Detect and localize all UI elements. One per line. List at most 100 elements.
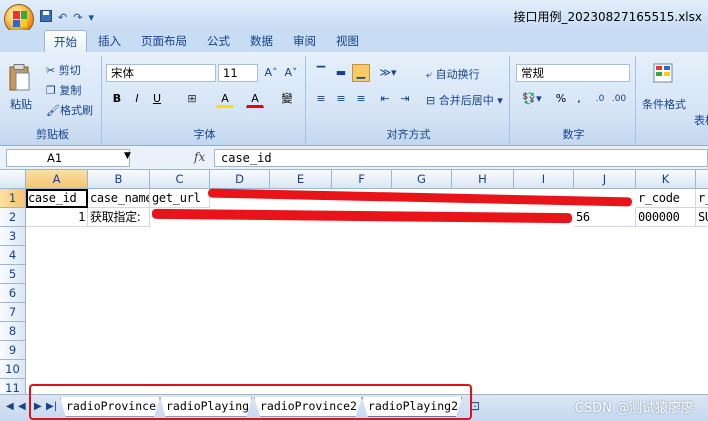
ribbon-tabs: 开始 插入 页面布局 公式 数据 审阅 视图 — [0, 30, 708, 52]
column-header-i[interactable]: I — [514, 170, 574, 189]
percent-button[interactable]: % — [552, 90, 570, 108]
conditional-format-icon — [652, 62, 674, 84]
increase-indent-button[interactable]: ⇥ — [396, 90, 414, 108]
name-box-dropdown-icon[interactable]: ▼ — [124, 151, 131, 161]
bold-button[interactable]: B — [108, 90, 126, 108]
wrap-icon: ⤶ — [426, 68, 433, 81]
save-icon[interactable] — [40, 9, 52, 25]
first-sheet-icon[interactable]: ◀ — [6, 401, 14, 412]
paste-button[interactable]: 粘贴 — [10, 96, 32, 112]
annotation-highlight-box — [29, 384, 472, 420]
underline-button[interactable]: U — [148, 90, 166, 108]
row-header-1[interactable]: 1 — [0, 189, 26, 208]
cell-b1[interactable]: case_name — [88, 189, 150, 208]
grow-font-button[interactable]: A˄ — [262, 64, 280, 82]
row-header-3[interactable]: 3 — [0, 227, 26, 246]
redo-icon[interactable]: ↷ — [73, 11, 82, 24]
copy-label: 复制 — [59, 84, 82, 97]
row-header-5[interactable]: 5 — [0, 265, 26, 284]
row-header-2[interactable]: 2 — [0, 208, 26, 227]
cell-b2[interactable]: 获取指定: — [88, 208, 150, 227]
undo-icon[interactable]: ↶ — [58, 11, 67, 24]
italic-button[interactable]: I — [128, 90, 146, 108]
fill-color-button[interactable]: A — [216, 90, 234, 108]
customize-qat-icon[interactable]: ▾ — [88, 11, 94, 24]
tab-data[interactable]: 数据 — [241, 30, 282, 52]
cut-button[interactable]: ✂ 剪切 — [46, 62, 81, 78]
shrink-font-button[interactable]: A˅ — [282, 64, 300, 82]
name-box[interactable]: A1 — [6, 149, 130, 167]
prev-sheet-icon[interactable]: ◀ — [18, 401, 26, 412]
cell-k2[interactable]: 000000 — [636, 208, 696, 227]
align-center-button[interactable]: ≡ — [332, 90, 350, 108]
column-header-j[interactable]: J — [574, 170, 636, 189]
row-header-8[interactable]: 8 — [0, 322, 26, 341]
formula-input[interactable]: case_id — [214, 149, 708, 167]
column-header-k[interactable]: K — [636, 170, 696, 189]
phonetic-button[interactable]: 變 — [276, 90, 298, 108]
number-group: 常规 💱▾ % , .0 .00 数字 — [512, 56, 636, 144]
column-header-a[interactable]: A — [26, 170, 88, 189]
column-header-e[interactable]: E — [270, 170, 332, 189]
column-header-f[interactable]: F — [332, 170, 392, 189]
increase-decimal-button[interactable]: .0 — [592, 90, 608, 108]
conditional-format-button[interactable]: 条件格式 — [642, 96, 686, 112]
tab-formulas[interactable]: 公式 — [198, 30, 239, 52]
format-as-table-button[interactable]: 表格 — [694, 112, 708, 128]
select-all-corner[interactable] — [0, 170, 26, 189]
comma-button[interactable]: , — [572, 90, 586, 108]
font-color-button[interactable]: A — [246, 90, 264, 108]
column-header-l[interactable]: L — [696, 170, 708, 189]
accounting-format-button[interactable]: 💱▾ — [518, 90, 546, 108]
cell-k1[interactable]: r_code — [636, 189, 696, 208]
align-right-button[interactable]: ≡ — [352, 90, 370, 108]
column-header-g[interactable]: G — [392, 170, 452, 189]
paste-icon[interactable] — [8, 64, 32, 92]
align-middle-button[interactable]: ▬ — [332, 64, 350, 82]
title-bar: ↶ ↷ ▾ 接口用例_20230827165515.xlsx — [0, 0, 708, 34]
row-header-4[interactable]: 4 — [0, 246, 26, 265]
font-size-select[interactable]: 11 — [218, 64, 258, 82]
row-header-6[interactable]: 6 — [0, 284, 26, 303]
tab-review[interactable]: 审阅 — [284, 30, 325, 52]
copy-button[interactable]: ❐ 复制 — [46, 82, 81, 98]
row-header-7[interactable]: 7 — [0, 303, 26, 322]
tab-page-layout[interactable]: 页面布局 — [132, 30, 196, 52]
row-header-9[interactable]: 9 — [0, 341, 26, 360]
cell-c1[interactable]: get_url — [150, 189, 210, 208]
align-bottom-button[interactable]: ▁ — [352, 64, 370, 82]
cell-j2[interactable]: 56 — [574, 208, 636, 227]
row-header-11[interactable]: 11 — [0, 379, 26, 394]
column-header-b[interactable]: B — [88, 170, 150, 189]
insert-function-icon[interactable]: fx — [194, 150, 205, 164]
tab-home[interactable]: 开始 — [44, 30, 87, 52]
font-name-select[interactable]: 宋体 — [106, 64, 216, 82]
border-button[interactable]: ⊞ — [182, 90, 202, 108]
wrap-text-button[interactable]: ⤶ 自动换行 — [426, 66, 480, 82]
align-left-button[interactable]: ≡ — [312, 90, 330, 108]
merge-center-label: 合并后居中 — [438, 94, 494, 107]
redaction-mark-row1 — [207, 188, 633, 207]
column-header-d[interactable]: D — [210, 170, 270, 189]
align-top-button[interactable]: ▔ — [312, 64, 330, 82]
tab-view[interactable]: 视图 — [327, 30, 368, 52]
decrease-decimal-button[interactable]: .00 — [610, 90, 628, 108]
number-format-select[interactable]: 常规 — [516, 64, 630, 82]
cell-l2[interactable]: SU — [696, 208, 708, 227]
format-painter-button[interactable]: 🖌格式刷 — [46, 102, 93, 118]
brush-icon: 🖌 — [46, 104, 60, 117]
column-header-h[interactable]: H — [452, 170, 514, 189]
merge-center-button[interactable]: ⊟ 合并后居中 ▾ — [426, 92, 503, 108]
clipboard-group-label: 剪贴板 — [36, 128, 69, 141]
cell-a2[interactable]: 1 — [26, 208, 88, 227]
orientation-button[interactable]: ≫▾ — [376, 64, 400, 82]
column-header-c[interactable]: C — [150, 170, 210, 189]
scissors-icon: ✂ — [46, 64, 56, 77]
cell-l1[interactable]: r_ — [696, 189, 708, 208]
cell-a1[interactable]: case_id — [26, 189, 88, 208]
redaction-mark-row2 — [151, 208, 573, 224]
tab-insert[interactable]: 插入 — [89, 30, 130, 52]
row-header-10[interactable]: 10 — [0, 360, 26, 379]
decrease-indent-button[interactable]: ⇤ — [376, 90, 394, 108]
quick-access-toolbar: ↶ ↷ ▾ — [40, 8, 94, 26]
